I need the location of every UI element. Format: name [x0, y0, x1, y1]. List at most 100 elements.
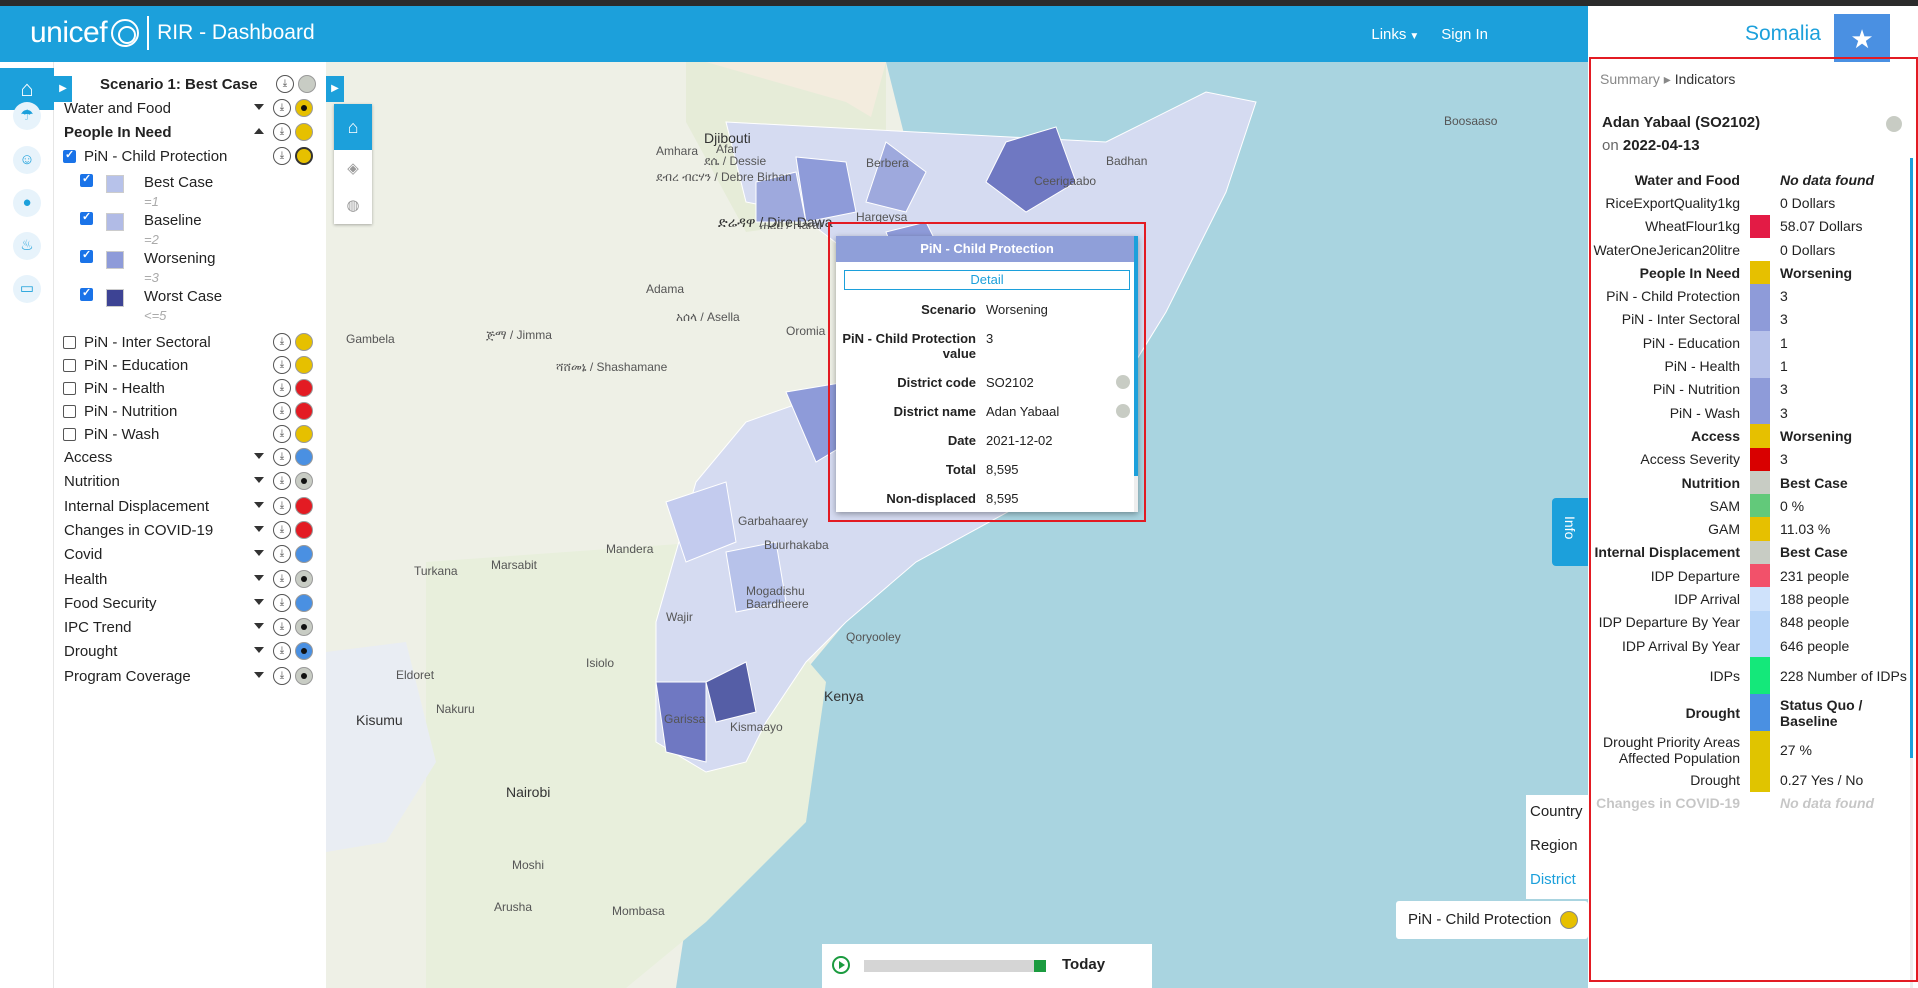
sign-in-link[interactable]: Sign In [1441, 26, 1488, 43]
indicator-label: PiN - Inter Sectoral [1621, 311, 1740, 328]
level-district[interactable]: District [1526, 863, 1588, 897]
head-icon[interactable]: ● [13, 189, 41, 217]
layer-group-food-security[interactable]: Food Security ⤓ [54, 591, 326, 617]
download-icon[interactable]: ⤓ [273, 666, 291, 685]
ribbon-icon[interactable]: ☂ [13, 102, 41, 130]
popup-row-value-text: Worsening [986, 302, 1048, 317]
chevron-down-icon[interactable] [254, 623, 264, 630]
legend-checkbox-best-case[interactable] [80, 172, 93, 187]
chevron-down-icon[interactable] [254, 550, 264, 557]
indicator-label: PiN - Wash [1669, 404, 1740, 421]
links-dropdown[interactable]: Links ▼ [1371, 26, 1419, 43]
download-icon[interactable]: ⤓ [273, 379, 291, 397]
popup-row-value: SO2102 [986, 375, 1130, 390]
download-icon[interactable]: ⤓ [273, 496, 291, 515]
download-icon[interactable]: ⤓ [273, 569, 291, 588]
indicator-value: 0 Dollars [1780, 241, 1836, 258]
popup-row-value-text: 2021-12-02 [986, 433, 1053, 448]
layer-group-drought[interactable]: Drought ⤓ [54, 639, 326, 665]
download-icon[interactable]: ⤓ [273, 123, 291, 141]
chevron-down-icon[interactable] [254, 671, 264, 678]
layer-label: PiN - Inter Sectoral [84, 334, 211, 351]
layer-group-ipc-trend[interactable]: IPC Trend ⤓ [54, 615, 326, 641]
country-name[interactable]: Somalia [1745, 22, 1821, 46]
layer-group-access[interactable]: Access ⤓ [54, 445, 326, 471]
chevron-down-icon[interactable] [254, 104, 264, 110]
layers-panel: ▶ Scenario 1: Best Case ⤓ Water and Food… [54, 62, 326, 988]
indicator-color-swatch [1750, 214, 1770, 238]
chevron-down-icon[interactable] [254, 477, 264, 484]
legend-checkbox-worst-case[interactable] [80, 286, 93, 301]
download-icon[interactable]: ⤓ [273, 642, 291, 661]
play-icon[interactable] [832, 956, 850, 974]
chevron-down-icon[interactable] [254, 453, 264, 459]
indicator-value: No data found [1780, 171, 1875, 188]
map-place-label: ደሴ / Dessie [704, 154, 767, 168]
favorite-star-button[interactable]: ★ [1834, 14, 1890, 64]
download-icon[interactable]: ⤓ [273, 520, 291, 539]
layer-group-internal-displacement[interactable]: Internal Displacement ⤓ [54, 494, 326, 520]
panel-scrollbar[interactable] [1910, 158, 1913, 988]
indicator-row-drought: Drought 0.27 Yes / No [1590, 768, 1914, 792]
map-panel-toggle-arrow-icon[interactable]: ▶ [326, 76, 344, 102]
layer-group-label: Water and Food [64, 100, 171, 117]
water-tap-icon[interactable]: ♨ [13, 232, 41, 260]
pin-health-checkbox[interactable] [63, 382, 76, 395]
chevron-down-icon[interactable] [254, 525, 264, 532]
timeline-handle[interactable] [1034, 960, 1046, 972]
map-area[interactable]: ▶ ⌂ ◈ ◍ Djibouti Berbera Boosaaso Hargeysa C… [326, 62, 1588, 988]
pin-nutrition-checkbox[interactable] [63, 405, 76, 418]
layer-group-water-and-food[interactable]: Water and Food ⤓ [54, 96, 326, 122]
layer-group-people-in-need[interactable]: People In Need ⤓ [54, 120, 326, 146]
top-navbar: unicef RIR - Dashboard Links ▼ Sign In [0, 6, 1588, 62]
download-icon[interactable]: ⤓ [273, 425, 291, 443]
globe-icon[interactable]: ◍ [334, 187, 372, 224]
unicef-globe-icon [111, 19, 140, 47]
level-region[interactable]: Region [1526, 829, 1588, 863]
chevron-up-icon[interactable] [254, 128, 264, 134]
chevron-down-icon[interactable] [254, 501, 264, 508]
download-icon[interactable]: ⤓ [273, 356, 291, 374]
layers-icon[interactable]: ◈ [334, 150, 372, 187]
layer-group-nutrition[interactable]: Nutrition ⤓ [54, 469, 326, 495]
pin-education-checkbox[interactable] [63, 359, 76, 372]
popup-scrollbar[interactable] [1134, 236, 1138, 512]
info-tab[interactable]: Info [1552, 498, 1588, 566]
level-country[interactable]: Country [1526, 795, 1588, 829]
indicator-label: IDP Arrival By Year [1621, 637, 1740, 654]
pin-inter-sectoral-checkbox[interactable] [63, 336, 76, 349]
indicators-table: Water and Food No data found RiceExportQua… [1590, 168, 1914, 815]
download-icon[interactable]: ⤓ [273, 593, 291, 612]
download-icon[interactable]: ⤓ [273, 333, 291, 351]
layer-group-health[interactable]: Health ⤓ [54, 567, 326, 593]
popup-detail-button[interactable]: Detail [844, 270, 1130, 290]
layer-group-program-coverage[interactable]: Program Coverage ⤓ [54, 664, 326, 690]
book-icon[interactable]: ▭ [13, 275, 41, 303]
indicator-label: IDPs [1709, 667, 1740, 684]
download-icon[interactable]: ⤓ [273, 472, 291, 491]
download-icon[interactable]: ⤓ [273, 402, 291, 420]
layer-pin-child-protection[interactable]: PiN - Child Protection ⤓ [54, 144, 326, 170]
download-icon[interactable]: ⤓ [273, 147, 291, 165]
layer-group-covid[interactable]: Covid ⤓ [54, 542, 326, 568]
breadcrumb-summary[interactable]: Summary [1600, 71, 1660, 87]
layer-group-changes-in-covid-19[interactable]: Changes in COVID-19 ⤓ [54, 518, 326, 544]
download-icon[interactable]: ⤓ [273, 99, 291, 117]
download-icon[interactable]: ⤓ [273, 448, 291, 466]
pin-wash-checkbox[interactable] [63, 428, 76, 441]
chevron-down-icon[interactable] [254, 647, 264, 654]
family-icon[interactable]: ☺ [13, 146, 41, 174]
chevron-down-icon[interactable] [254, 598, 264, 605]
legend-checkbox-baseline[interactable] [80, 210, 93, 225]
legend-checkbox-worsening[interactable] [80, 248, 93, 263]
download-icon[interactable]: ⤓ [276, 75, 294, 93]
brand[interactable]: unicef RIR - Dashboard [30, 16, 315, 50]
chevron-down-icon[interactable] [254, 574, 264, 581]
map-home-icon[interactable]: ⌂ [334, 104, 372, 150]
map-place-label: Nairobi [506, 784, 551, 800]
download-icon[interactable]: ⤓ [273, 545, 291, 564]
pin-child-protection-checkbox[interactable] [63, 148, 76, 163]
download-icon[interactable]: ⤓ [273, 618, 291, 637]
timeline-track[interactable] [864, 960, 1040, 972]
indicator-value: 3 [1780, 311, 1788, 328]
